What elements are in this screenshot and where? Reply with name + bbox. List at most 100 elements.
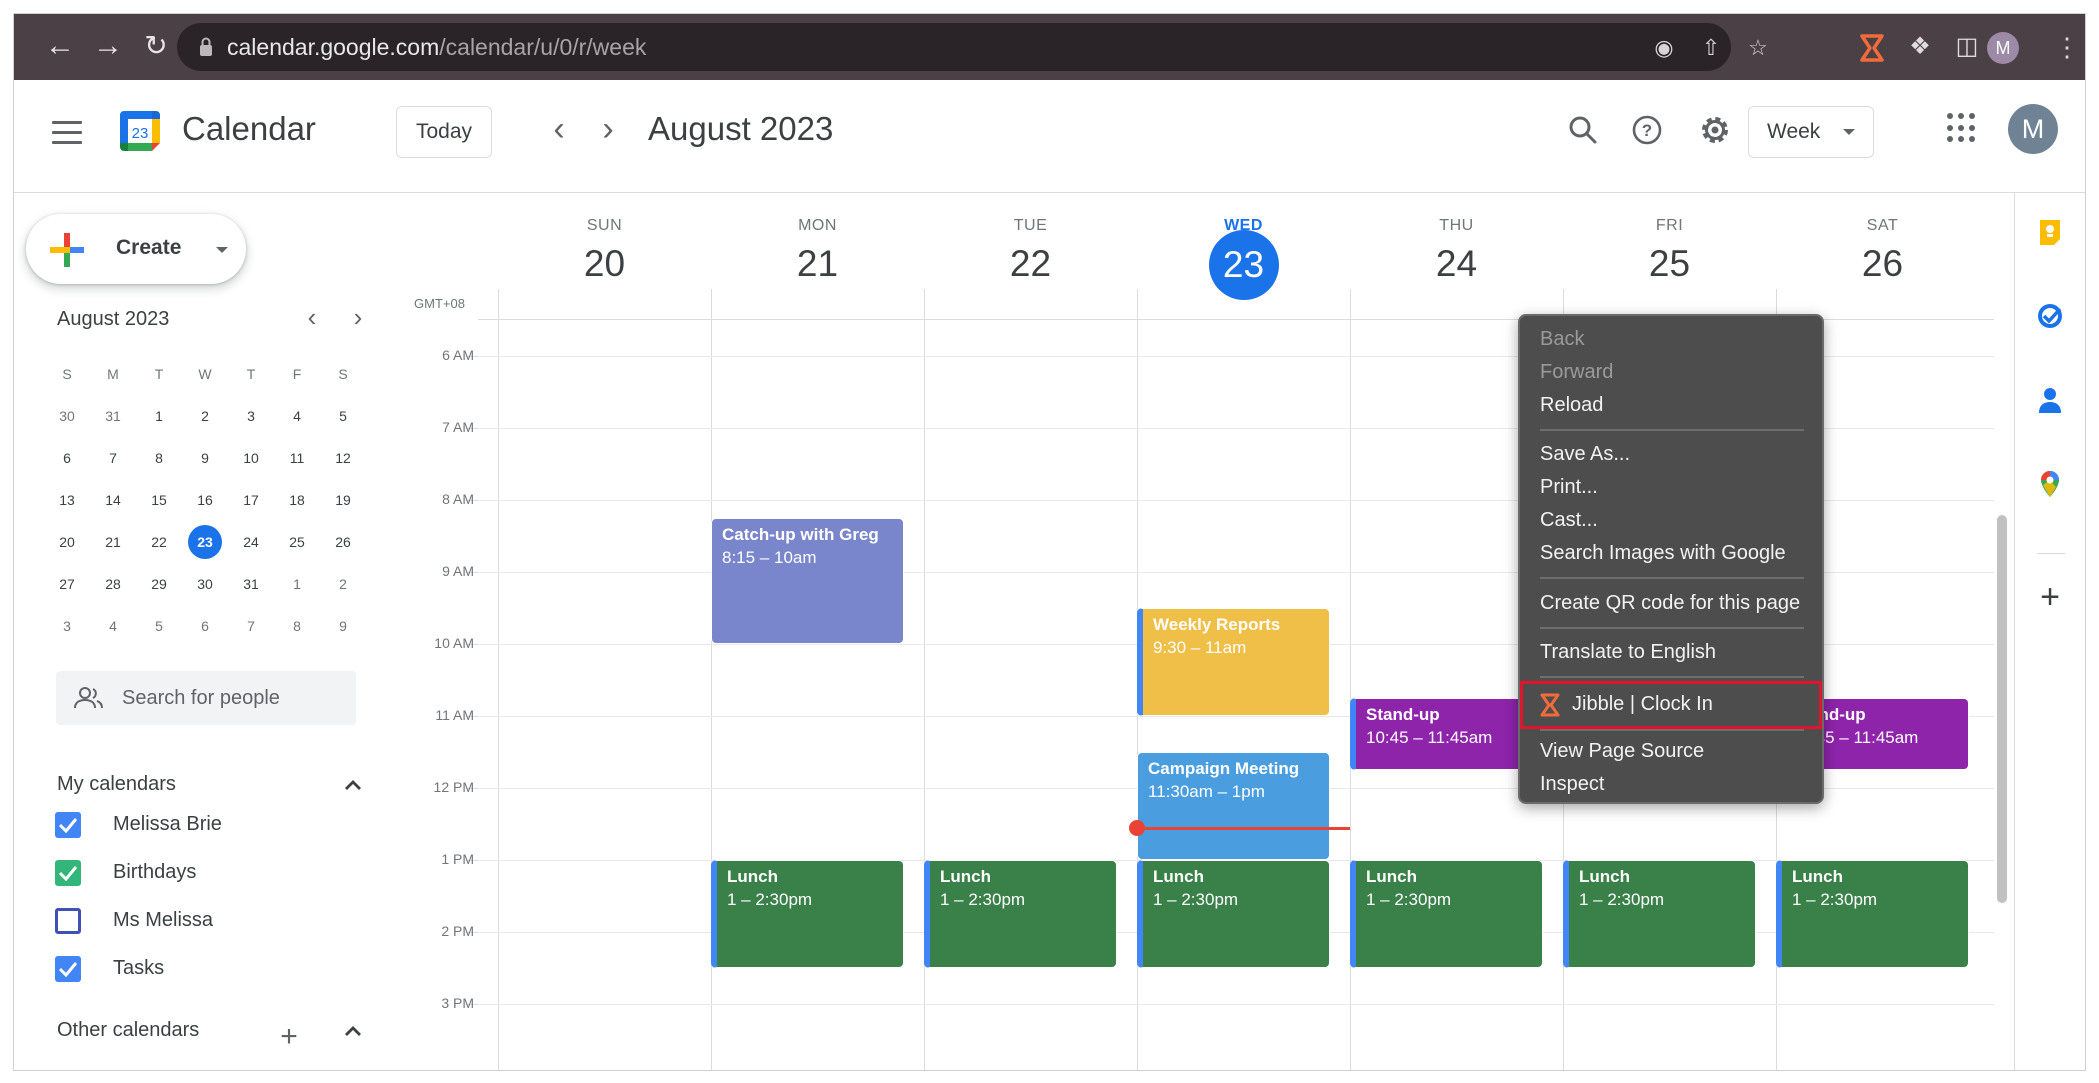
menu-item-forward[interactable]: Forward bbox=[1540, 361, 1613, 384]
mini-day[interactable]: 6 bbox=[182, 618, 228, 634]
mini-day[interactable]: 22 bbox=[136, 534, 182, 550]
mini-day[interactable]: 25 bbox=[274, 534, 320, 550]
mini-day[interactable]: 9 bbox=[182, 450, 228, 466]
extensions-puzzle-icon[interactable]: ❖ bbox=[1905, 32, 1935, 62]
mini-day[interactable]: 2 bbox=[320, 576, 366, 592]
mini-day[interactable]: 13 bbox=[44, 492, 90, 508]
menu-item-translate[interactable]: Translate to English bbox=[1540, 641, 1716, 664]
day-header-thu[interactable]: THU 24 bbox=[1350, 193, 1563, 315]
day-number[interactable]: 24 bbox=[1350, 243, 1563, 285]
mini-day[interactable]: 31 bbox=[90, 408, 136, 424]
mini-day[interactable]: 21 bbox=[90, 534, 136, 550]
mini-day[interactable]: 1 bbox=[136, 408, 182, 424]
mini-day[interactable]: 1 bbox=[274, 576, 320, 592]
browser-profile-avatar[interactable]: M bbox=[1987, 32, 2019, 64]
mini-day[interactable]: 14 bbox=[90, 492, 136, 508]
mini-day[interactable]: 29 bbox=[136, 576, 182, 592]
menu-item-jibble-clock-in[interactable]: Jibble | Clock In bbox=[1520, 681, 1822, 729]
day-number[interactable]: 20 bbox=[498, 243, 711, 285]
event-card[interactable]: Lunch 1 – 2:30pm bbox=[1137, 860, 1330, 968]
mini-day[interactable]: 8 bbox=[274, 618, 320, 634]
mini-day[interactable]: 12 bbox=[320, 450, 366, 466]
event-card[interactable]: Lunch 1 – 2:30pm bbox=[1776, 860, 1969, 968]
menu-item-create-qr[interactable]: Create QR code for this page bbox=[1540, 592, 1800, 615]
day-number[interactable]: 21 bbox=[711, 243, 924, 285]
my-calendars-title[interactable]: My calendars bbox=[57, 773, 176, 796]
menu-item-view-source[interactable]: View Page Source bbox=[1540, 740, 1704, 763]
menu-item-inspect[interactable]: Inspect bbox=[1540, 773, 1604, 796]
add-addon-plus-icon[interactable]: + bbox=[2035, 580, 2065, 614]
event-card[interactable]: Catch-up with Greg 8:15 – 10am bbox=[711, 518, 904, 644]
tasks-icon[interactable] bbox=[2035, 301, 2065, 331]
day-number[interactable]: 26 bbox=[1776, 243, 1989, 285]
address-bar[interactable]: calendar.google.com/calendar/u/0/r/week … bbox=[177, 23, 1768, 71]
day-number[interactable]: 23 bbox=[1137, 230, 1350, 300]
mini-day[interactable]: 18 bbox=[274, 492, 320, 508]
mini-day[interactable]: 19 bbox=[320, 492, 366, 508]
other-calendars-title[interactable]: Other calendars bbox=[57, 1019, 199, 1042]
mini-day[interactable]: 23 bbox=[182, 525, 228, 559]
chevron-left-icon[interactable]: ‹ bbox=[542, 112, 576, 148]
mini-day[interactable]: 30 bbox=[44, 408, 90, 424]
calendar-checkbox[interactable] bbox=[55, 860, 81, 886]
event-card[interactable]: Lunch 1 – 2:30pm bbox=[1350, 860, 1543, 968]
event-card[interactable]: Lunch 1 – 2:30pm bbox=[711, 860, 904, 968]
chevron-up-icon[interactable] bbox=[340, 772, 366, 798]
event-card[interactable]: Stand-up 10:45 – 11:45am bbox=[1350, 698, 1543, 770]
menu-item-reload[interactable]: Reload bbox=[1540, 394, 1603, 417]
mini-day[interactable]: 3 bbox=[228, 408, 274, 424]
forward-arrow-icon[interactable]: → bbox=[90, 28, 126, 64]
mini-day[interactable]: 30 bbox=[182, 576, 228, 592]
mini-day[interactable]: 27 bbox=[44, 576, 90, 592]
day-header-wed[interactable]: WED 23 bbox=[1137, 193, 1350, 315]
google-apps-grid-icon[interactable] bbox=[1947, 113, 1977, 143]
day-header-sat[interactable]: SAT 26 bbox=[1776, 193, 1989, 315]
jibble-extension-icon[interactable] bbox=[1859, 34, 1885, 62]
mini-day[interactable]: 2 bbox=[182, 408, 228, 424]
kebab-menu-icon[interactable]: ⋮ bbox=[2052, 32, 2082, 62]
account-avatar[interactable]: M bbox=[2008, 104, 2058, 154]
calendar-checkbox[interactable] bbox=[55, 956, 81, 982]
mini-day[interactable]: 5 bbox=[320, 408, 366, 424]
maps-pin-icon[interactable] bbox=[2035, 469, 2065, 499]
mini-prev-chevron-icon[interactable]: ‹ bbox=[298, 303, 326, 333]
search-people-input[interactable]: Search for people bbox=[56, 671, 356, 725]
mini-day[interactable]: 26 bbox=[320, 534, 366, 550]
event-card[interactable]: Lunch 1 – 2:30pm bbox=[1563, 860, 1756, 968]
day-number[interactable]: 22 bbox=[924, 243, 1137, 285]
event-card[interactable]: Campaign Meeting 11:30am – 1pm bbox=[1137, 752, 1330, 860]
mini-day[interactable]: 7 bbox=[228, 618, 274, 634]
mini-day[interactable]: 28 bbox=[90, 576, 136, 592]
calendar-checkbox[interactable] bbox=[55, 812, 81, 838]
mini-day[interactable]: 9 bbox=[320, 618, 366, 634]
mini-day[interactable]: 6 bbox=[44, 450, 90, 466]
add-calendar-plus-icon[interactable]: + bbox=[276, 1022, 302, 1052]
mini-day[interactable]: 20 bbox=[44, 534, 90, 550]
day-header-fri[interactable]: FRI 25 bbox=[1563, 193, 1776, 315]
mini-day[interactable]: 15 bbox=[136, 492, 182, 508]
mini-day[interactable]: 4 bbox=[90, 618, 136, 634]
contacts-icon[interactable] bbox=[2035, 385, 2065, 415]
today-button[interactable]: Today bbox=[396, 106, 492, 158]
side-panel-icon[interactable]: ◫ bbox=[1952, 32, 1982, 62]
day-header-mon[interactable]: MON 21 bbox=[711, 193, 924, 315]
calendar-checkbox[interactable] bbox=[55, 908, 81, 934]
mini-day[interactable]: 4 bbox=[274, 408, 320, 424]
menu-item-back[interactable]: Back bbox=[1540, 328, 1584, 351]
share-icon[interactable]: ⇧ bbox=[1698, 35, 1724, 61]
day-header-tue[interactable]: TUE 22 bbox=[924, 193, 1137, 315]
bookmark-star-icon[interactable]: ☆ bbox=[1745, 35, 1771, 61]
day-header-sun[interactable]: SUN 20 bbox=[498, 193, 711, 315]
reload-icon[interactable]: ↻ bbox=[138, 28, 174, 64]
menu-item-print[interactable]: Print... bbox=[1540, 476, 1598, 499]
event-card[interactable]: Lunch 1 – 2:30pm bbox=[924, 860, 1117, 968]
grid-scrollbar[interactable] bbox=[1997, 515, 2007, 903]
mini-day[interactable]: 7 bbox=[90, 450, 136, 466]
eye-slash-icon[interactable]: ◉ bbox=[1651, 35, 1677, 61]
hamburger-menu-icon[interactable] bbox=[52, 121, 82, 144]
mini-day[interactable]: 24 bbox=[228, 534, 274, 550]
view-selector-dropdown[interactable]: Week bbox=[1748, 106, 1874, 158]
mini-day[interactable]: 8 bbox=[136, 450, 182, 466]
mini-day[interactable]: 5 bbox=[136, 618, 182, 634]
back-arrow-icon[interactable]: ← bbox=[42, 28, 78, 64]
